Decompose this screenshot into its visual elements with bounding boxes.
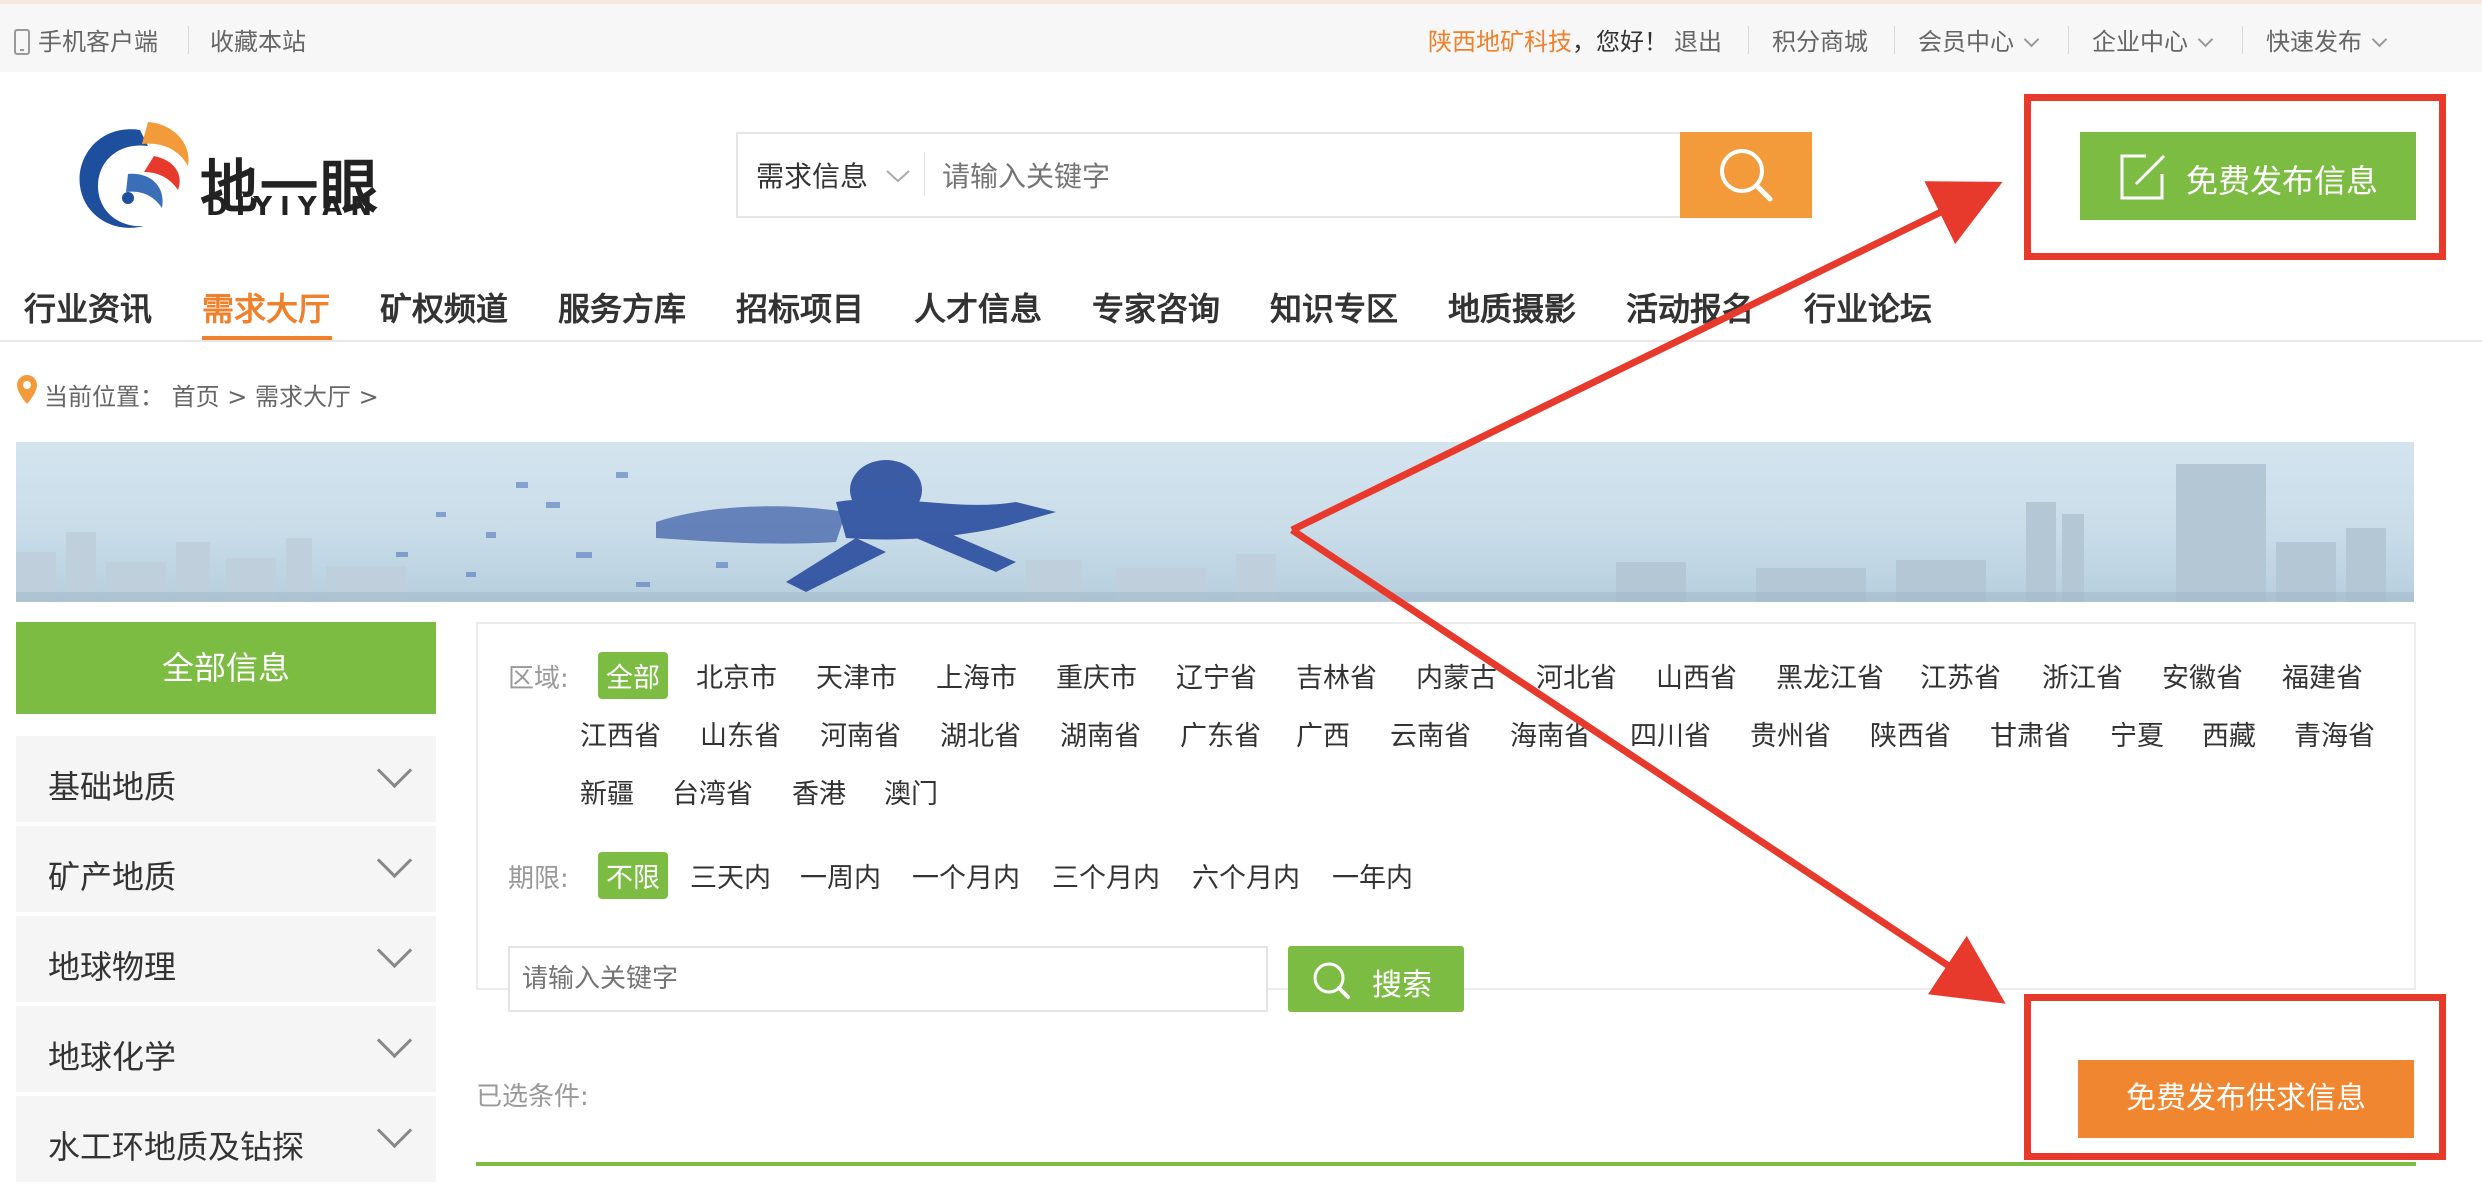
annotation-arrows <box>1290 181 2006 1004</box>
arrow-to-bottom-button <box>1290 527 2006 1004</box>
arrow-to-top-button <box>1290 181 2003 534</box>
